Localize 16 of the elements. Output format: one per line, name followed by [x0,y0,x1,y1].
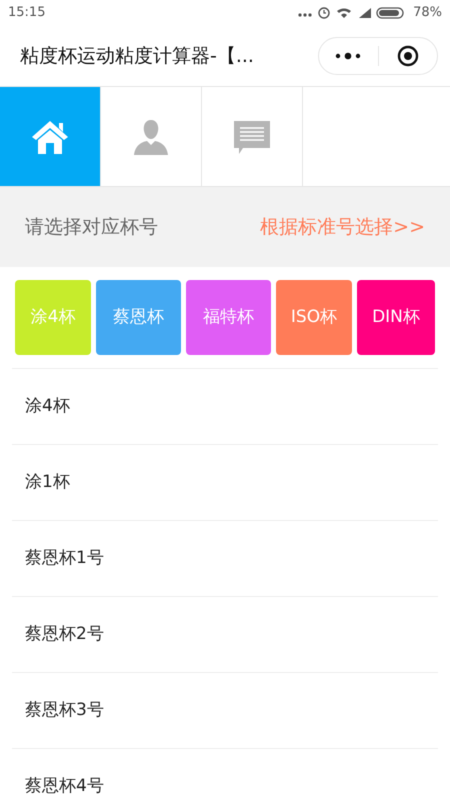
status-time: 15:15 [8,4,46,22]
cup-list-item[interactable]: 涂1杯 [12,445,438,521]
home-icon [31,118,69,154]
cup-list-item[interactable]: 蔡恩杯2号 [12,597,438,673]
cup-list-item[interactable]: 蔡恩杯4号 [12,749,438,799]
nav-tab[interactable] [0,87,101,186]
person-icon [132,118,170,154]
more-icon [335,52,362,60]
filter-label: 请选择对应杯号 [25,214,158,240]
message-icon [233,118,271,154]
cup-list-item[interactable]: 蔡恩杯3号 [12,673,438,749]
category-button[interactable]: DIN杯 [357,280,435,355]
page-title: 粘度杯运动粘度计算器-【... [20,44,254,69]
battery-percent: 78% [413,4,442,22]
cup-list-item[interactable]: 涂4杯 [12,369,438,445]
cup-list-item[interactable]: 蔡恩杯1号 [12,521,438,597]
